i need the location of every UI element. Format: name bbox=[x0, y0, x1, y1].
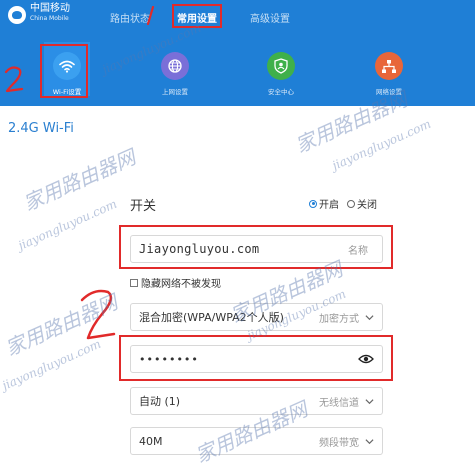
annotation-box-ssid bbox=[119, 225, 393, 269]
nav-advanced-settings[interactable]: 高级设置 bbox=[250, 10, 290, 25]
watermark-text: 家用路由器网 bbox=[19, 144, 140, 216]
logo-text-cn: 中国移动 bbox=[30, 3, 70, 14]
hide-network-checkbox[interactable] bbox=[130, 278, 138, 287]
watermark-text: jiayongluyou.com bbox=[330, 116, 434, 173]
icon-nav-internet[interactable]: 上网设置 bbox=[145, 52, 205, 96]
watermark-text: jiayongluyou.com bbox=[16, 196, 120, 253]
annotation-mark-2-password bbox=[80, 289, 116, 340]
section-title: 2.4G Wi-Fi bbox=[8, 121, 74, 136]
radio-off-label: 关闭 bbox=[357, 200, 377, 211]
bandwidth-hint: 频段带宽 bbox=[319, 437, 359, 449]
icon-nav-security-label: 安全中心 bbox=[268, 88, 294, 96]
annotation-box-password bbox=[119, 335, 393, 381]
china-mobile-logo: 中国移动 China Mobile bbox=[8, 4, 70, 24]
encryption-select[interactable]: 混合加密(WPA/WPA2个人版) 加密方式 bbox=[130, 303, 383, 331]
channel-value: 自动 (1) bbox=[139, 395, 181, 408]
encryption-value: 混合加密(WPA/WPA2个人版) bbox=[139, 311, 284, 324]
chevron-down-icon bbox=[365, 314, 374, 320]
channel-hint: 无线信道 bbox=[319, 397, 359, 409]
icon-nav-network-label: 网络设置 bbox=[376, 88, 402, 96]
chevron-down-icon bbox=[365, 438, 374, 444]
annotation-box-wifi-settings bbox=[40, 44, 88, 98]
top-header: 中国移动 China Mobile 路由状态 常用设置 高级设置 Wi-Fi设置 bbox=[0, 0, 475, 106]
hide-network-label: 隐藏网络不被发现 bbox=[141, 279, 221, 290]
encryption-hint: 加密方式 bbox=[319, 313, 359, 325]
chevron-down-icon bbox=[365, 398, 374, 404]
annotation-mark-1 bbox=[146, 6, 155, 26]
hide-network-row: 隐藏网络不被发现 bbox=[130, 275, 221, 290]
icon-nav-internet-label: 上网设置 bbox=[162, 88, 188, 96]
network-icon bbox=[375, 52, 403, 80]
shield-icon bbox=[267, 52, 295, 80]
radio-off[interactable] bbox=[347, 199, 355, 208]
china-mobile-logo-icon bbox=[8, 6, 26, 24]
logo-text-en: China Mobile bbox=[30, 15, 69, 22]
icon-nav-network[interactable]: 网络设置 bbox=[359, 52, 419, 96]
annotation-box-common-settings bbox=[172, 4, 222, 28]
radio-on[interactable] bbox=[309, 199, 317, 208]
wifi-switch-radio-group: 开启 关闭 bbox=[309, 196, 377, 211]
bandwidth-select[interactable]: 40M 频段带宽 bbox=[130, 427, 383, 455]
globe-icon bbox=[161, 52, 189, 80]
icon-nav-security[interactable]: 安全中心 bbox=[251, 52, 311, 96]
radio-on-label: 开启 bbox=[319, 200, 339, 211]
wifi-switch-label: 开关 bbox=[130, 199, 157, 214]
annotation-mark-2-header bbox=[4, 66, 24, 93]
channel-select[interactable]: 自动 (1) 无线信道 bbox=[130, 387, 383, 415]
bandwidth-value: 40M bbox=[139, 434, 163, 448]
